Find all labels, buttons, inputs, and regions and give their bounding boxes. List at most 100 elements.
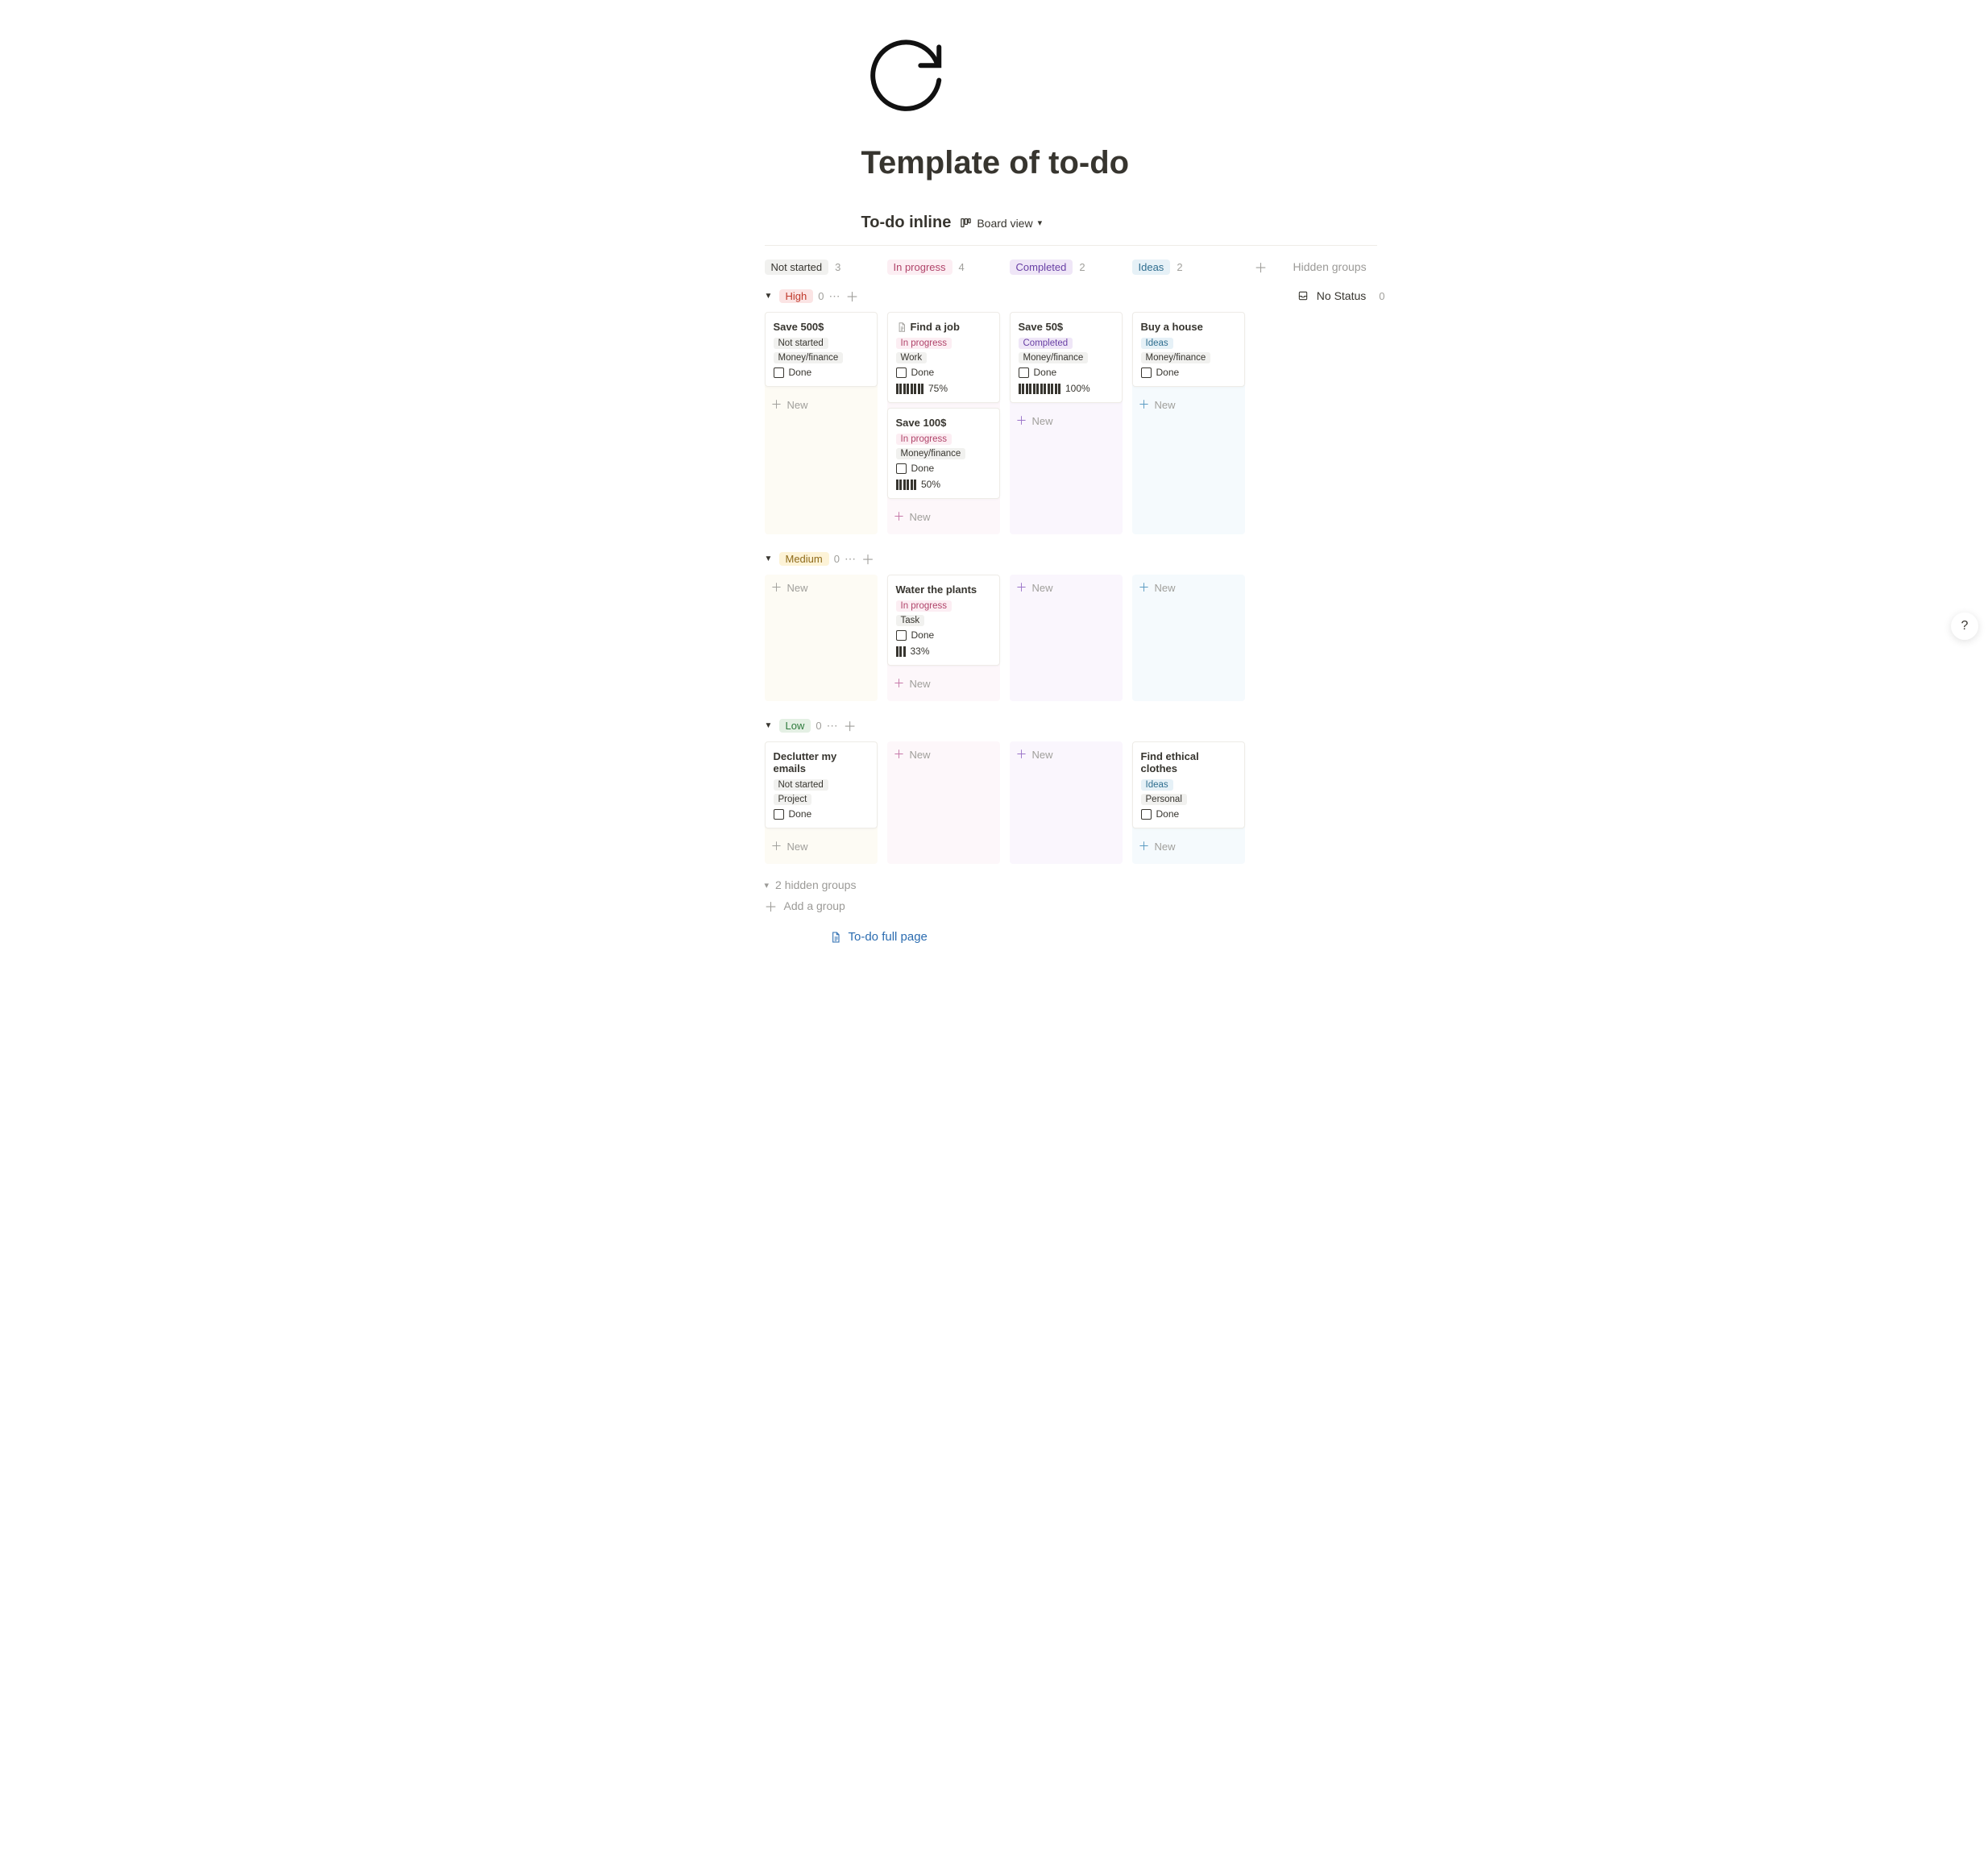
new-card-button[interactable]: ＋New <box>1132 392 1245 417</box>
done-checkbox-row[interactable]: Done <box>896 629 991 641</box>
new-card-button[interactable]: ＋New <box>1010 575 1123 600</box>
card[interactable]: Save 100$In progressMoney/financeDone50% <box>887 408 1000 499</box>
new-card-button[interactable]: ＋New <box>887 504 1000 529</box>
help-button[interactable]: ? <box>1951 612 1978 640</box>
full-page-link[interactable]: To-do full page <box>829 930 1385 944</box>
done-checkbox-row[interactable]: Done <box>896 463 991 474</box>
add-group-button[interactable]: ＋ Add a group <box>765 896 1385 916</box>
card[interactable]: Buy a houseIdeasMoney/financeDone <box>1132 312 1245 387</box>
new-label: New <box>1155 399 1176 411</box>
page-title: Template of to-do <box>861 145 1385 181</box>
card[interactable]: Find a jobIn progressWorkDone75% <box>887 312 1000 403</box>
status-tag: In progress <box>896 338 952 349</box>
progress-bars-icon <box>896 384 924 394</box>
column-count: 3 <box>835 261 840 273</box>
new-card-button[interactable]: ＋New <box>1010 741 1123 767</box>
database-title[interactable]: To-do inline <box>861 214 952 232</box>
card[interactable]: Save 500$Not startedMoney/financeDone <box>765 312 878 387</box>
new-card-button[interactable]: ＋New <box>765 392 878 417</box>
new-card-button[interactable]: ＋New <box>887 741 1000 767</box>
board-icon <box>959 217 972 230</box>
new-card-button[interactable]: ＋New <box>765 575 878 600</box>
toggle-icon[interactable]: ▼ <box>765 721 774 730</box>
plus-icon: ＋ <box>894 509 905 525</box>
done-checkbox-row[interactable]: Done <box>896 367 991 378</box>
chevron-down-icon: ▾ <box>765 880 770 891</box>
toggle-icon[interactable]: ▼ <box>765 292 774 301</box>
done-checkbox-row[interactable]: Done <box>774 808 869 820</box>
status-tag: In progress <box>896 434 952 445</box>
new-card-button[interactable]: ＋New <box>765 833 878 859</box>
view-switcher[interactable]: Board view ▾ <box>959 217 1042 230</box>
checkbox-icon[interactable] <box>896 630 907 641</box>
done-label: Done <box>1034 367 1057 378</box>
board-column: Water the plantsIn progressTaskDone33% ＋N… <box>887 575 1000 701</box>
no-status-label: No Status <box>1317 289 1366 302</box>
card[interactable]: Save 50$CompletedMoney/financeDone100% <box>1010 312 1123 403</box>
plus-icon: ＋ <box>1016 579 1027 596</box>
toggle-icon[interactable]: ▼ <box>765 554 774 563</box>
column-header-in-progress[interactable]: In progress 4 <box>887 260 1000 275</box>
checkbox-icon[interactable] <box>774 367 784 378</box>
new-label: New <box>787 841 808 853</box>
plus-icon: ＋ <box>1016 746 1027 762</box>
category-tag: Money/finance <box>774 352 844 363</box>
no-status-count: 0 <box>1379 290 1384 302</box>
checkbox-icon[interactable] <box>1019 367 1029 378</box>
group-header-low[interactable]: ▼Low0⋯＋ <box>765 716 1385 735</box>
category-tag: Personal <box>1141 794 1187 805</box>
group-count: 0 <box>818 290 824 302</box>
column-header-ideas[interactable]: Ideas 2 <box>1132 260 1245 275</box>
chevron-down-icon: ▾ <box>1038 218 1043 228</box>
plus-icon: ＋ <box>1139 579 1150 596</box>
card[interactable]: Find ethical clothesIdeasPersonalDone <box>1132 741 1245 828</box>
add-card-button[interactable]: ＋ <box>845 286 858 305</box>
no-status-group[interactable]: No Status 0 <box>1297 289 1385 302</box>
add-column-button[interactable]: ＋ <box>1255 257 1268 276</box>
plus-icon: ＋ <box>1139 838 1150 854</box>
new-card-button[interactable]: ＋New <box>1132 575 1245 600</box>
add-card-button[interactable]: ＋ <box>861 549 874 568</box>
board-column: Declutter my emailsNot startedProjectDon… <box>765 741 878 864</box>
progress-pct: 50% <box>921 479 940 490</box>
done-checkbox-row[interactable]: Done <box>1141 367 1236 378</box>
progress-pct: 75% <box>928 383 948 394</box>
checkbox-icon[interactable] <box>1141 367 1152 378</box>
checkbox-icon[interactable] <box>896 367 907 378</box>
page-cover-icon[interactable] <box>861 32 1385 121</box>
done-checkbox-row[interactable]: Done <box>774 367 869 378</box>
done-label: Done <box>1156 808 1180 820</box>
more-icon[interactable]: ⋯ <box>827 719 839 733</box>
card-title: Water the plants <box>896 583 991 596</box>
new-card-button[interactable]: ＋New <box>1010 408 1123 434</box>
divider <box>765 245 1377 246</box>
card-title: Declutter my emails <box>774 750 869 774</box>
checkbox-icon[interactable] <box>774 809 784 820</box>
group-header-high[interactable]: ▼High0⋯＋No Status0 <box>765 286 1385 305</box>
board-column: ＋New <box>1132 575 1245 701</box>
hidden-groups-label[interactable]: Hidden groups <box>1293 260 1367 273</box>
help-icon: ? <box>1961 619 1969 633</box>
checkbox-icon[interactable] <box>1141 809 1152 820</box>
column-header-not-started[interactable]: Not started 3 <box>765 260 878 275</box>
new-label: New <box>1032 415 1053 427</box>
column-header-completed[interactable]: Completed 2 <box>1010 260 1123 275</box>
board-column: Find a jobIn progressWorkDone75%Save 100… <box>887 312 1000 534</box>
status-tag: Not started <box>774 338 828 349</box>
status-pill-in-progress: In progress <box>887 260 952 275</box>
new-card-button[interactable]: ＋New <box>887 671 1000 696</box>
plus-icon: ＋ <box>771 397 782 413</box>
more-icon[interactable]: ⋯ <box>845 552 857 566</box>
checkbox-icon[interactable] <box>896 463 907 474</box>
card[interactable]: Declutter my emailsNot startedProjectDon… <box>765 741 878 828</box>
card-title: Find ethical clothes <box>1141 750 1236 774</box>
progress-bars-icon <box>896 480 917 490</box>
add-card-button[interactable]: ＋ <box>844 716 857 735</box>
group-header-medium[interactable]: ▼Medium0⋯＋ <box>765 549 1385 568</box>
card[interactable]: Water the plantsIn progressTaskDone33% <box>887 575 1000 666</box>
done-checkbox-row[interactable]: Done <box>1141 808 1236 820</box>
more-icon[interactable]: ⋯ <box>828 289 840 303</box>
new-card-button[interactable]: ＋New <box>1132 833 1245 859</box>
hidden-groups-toggle[interactable]: ▾ 2 hidden groups <box>765 878 1385 891</box>
done-checkbox-row[interactable]: Done <box>1019 367 1114 378</box>
